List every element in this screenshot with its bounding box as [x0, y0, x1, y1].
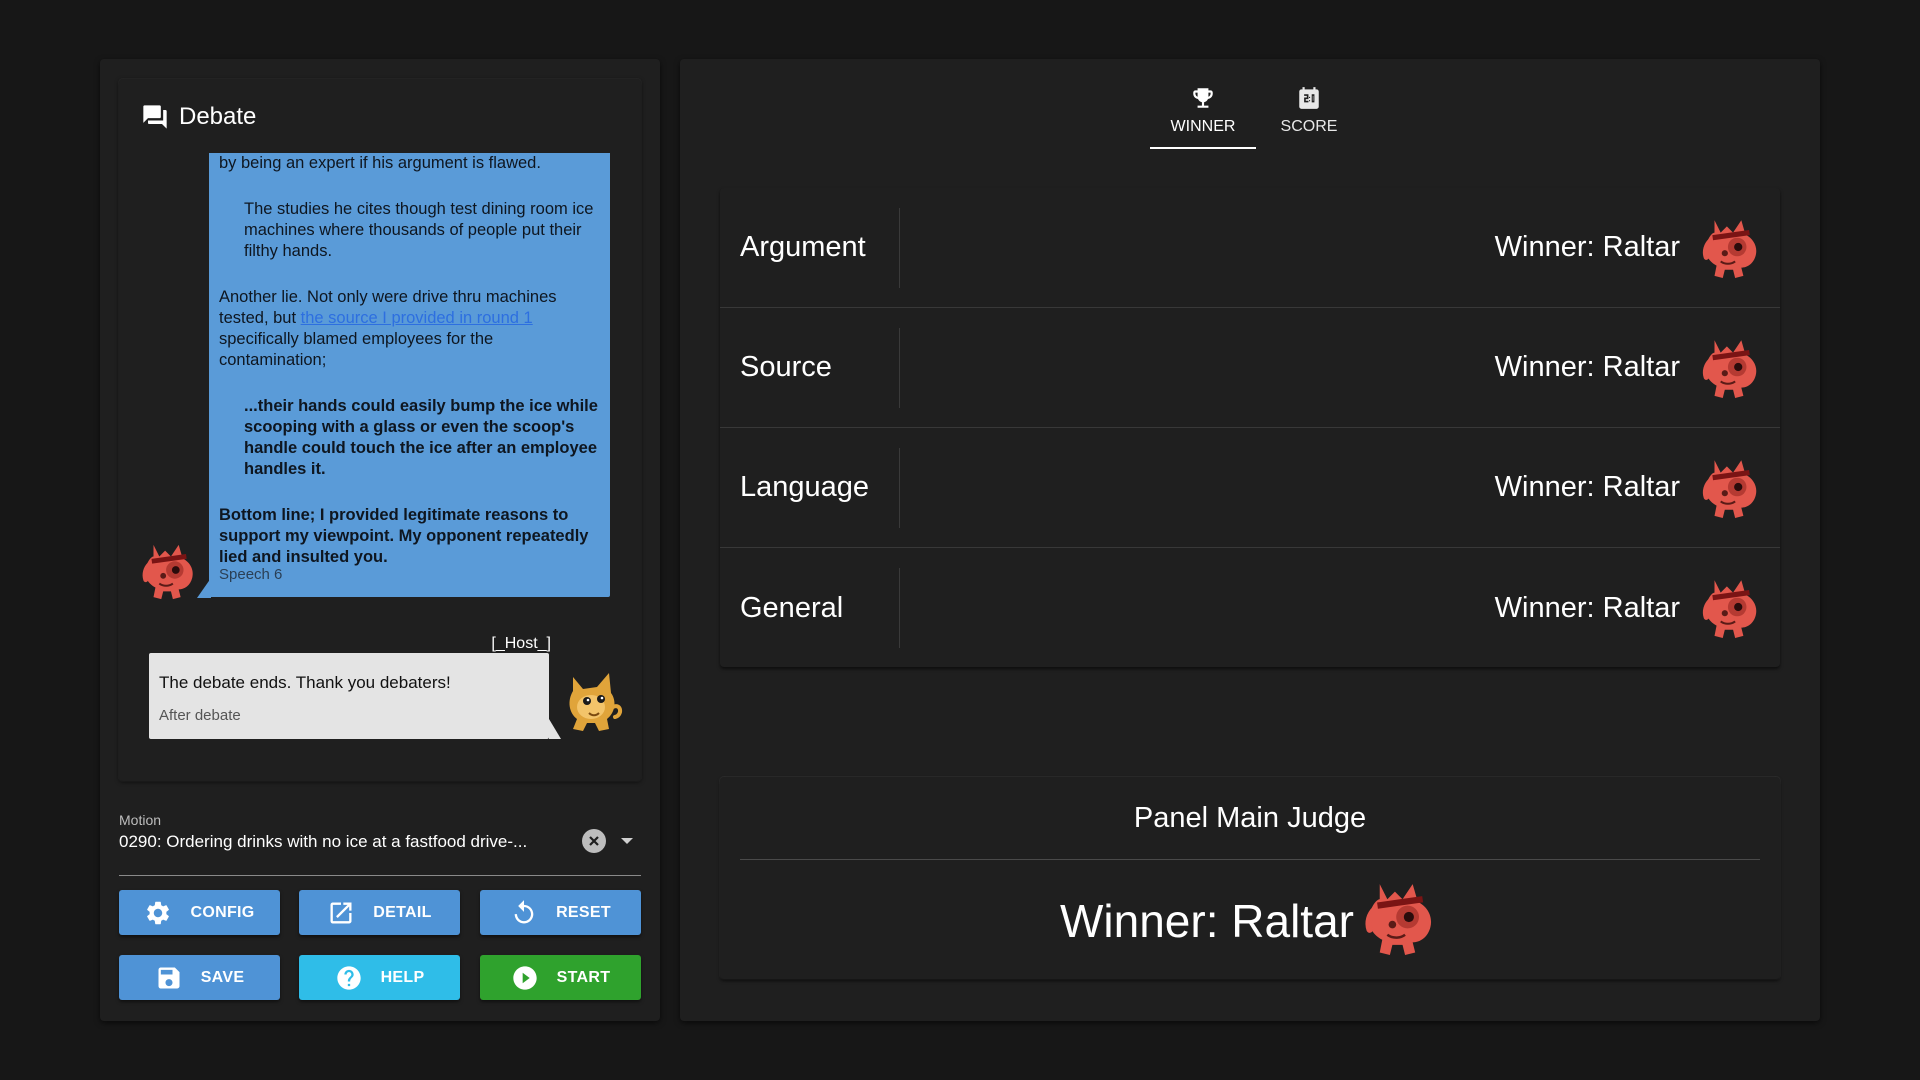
motion-select[interactable]: Motion 0290: Ordering drinks with no ice…: [119, 812, 641, 876]
raltar-avatar: [1700, 574, 1762, 640]
raltar-avatar: [1700, 454, 1762, 520]
motion-label: Motion: [119, 812, 162, 828]
tab-winner-label: WINNER: [1170, 118, 1236, 135]
category-winner: Winner: Raltar: [1494, 591, 1680, 624]
category-name: Source: [720, 327, 900, 408]
divider: [740, 859, 1760, 860]
judge-winner: Winner: Raltar: [1060, 895, 1354, 947]
save-button[interactable]: SAVE: [119, 955, 280, 1000]
clear-icon[interactable]: [582, 829, 606, 853]
raltar-avatar: [1362, 876, 1438, 958]
debate-card: Debate by being an expert if his argumen…: [119, 79, 641, 781]
help-label: HELP: [380, 968, 425, 986]
speech-quote-1: The studies he cites though test dining …: [244, 200, 594, 260]
raltar-avatar: [139, 539, 199, 601]
category-row: General Winner: Raltar: [720, 548, 1780, 668]
reset-icon: [514, 899, 534, 923]
config-button[interactable]: CONFIG: [119, 890, 280, 935]
host-message: The debate ends. Thank you debaters!: [159, 673, 451, 692]
gear-icon: [147, 901, 170, 924]
help-button[interactable]: HELP: [299, 955, 460, 1000]
category-results: Argument Winner: Raltar Source Winner: R…: [720, 188, 1780, 667]
tab-score-label: SCORE: [1280, 118, 1338, 135]
save-label: SAVE: [200, 968, 245, 986]
host-bubble: The debate ends. Thank you debaters! Aft…: [149, 653, 549, 739]
speech-quote-2: ...their hands could easily bump the ice…: [244, 397, 598, 478]
speech-paragraph-2: Another lie. Not only were drive thru ma…: [219, 287, 600, 371]
debate-panel: Debate by being an expert if his argumen…: [100, 59, 660, 1021]
config-label: CONFIG: [190, 903, 255, 921]
tab-score[interactable]: SCORE: [1256, 83, 1362, 149]
host-tag: After debate: [159, 707, 241, 724]
category-row: Argument Winner: Raltar: [720, 188, 1780, 308]
speech-bubble: by being an expert if his argument is fl…: [209, 153, 610, 597]
motion-value: 0290: Ordering drinks with no ice at a f…: [119, 832, 528, 851]
source-link[interactable]: the source I provided in round 1: [301, 309, 533, 327]
trophy-icon: [1193, 88, 1213, 108]
tab-winner[interactable]: WINNER: [1150, 83, 1256, 149]
category-row: Source Winner: Raltar: [720, 308, 1780, 428]
chat-icon: [143, 105, 167, 129]
start-button[interactable]: START: [480, 955, 641, 1000]
save-icon: [158, 967, 180, 988]
speech-tag: Speech 6: [219, 566, 283, 583]
detail-label: DETAIL: [373, 903, 432, 921]
result-tabs: WINNER SCORE: [1150, 83, 1362, 149]
category-name: Argument: [720, 207, 900, 288]
host-avatar: [561, 667, 623, 735]
speech-paragraph-3: Bottom line; I provided legitimate reaso…: [219, 506, 589, 566]
raltar-avatar: [1700, 334, 1762, 400]
category-name: Language: [720, 447, 900, 528]
debate-title: Debate: [179, 103, 257, 130]
category-name: General: [720, 568, 900, 648]
speech-text: specifically blamed employees for the co…: [219, 330, 494, 369]
detail-button[interactable]: DETAIL: [299, 890, 460, 935]
chevron-down-icon[interactable]: [621, 838, 633, 844]
raltar-avatar: [1700, 214, 1762, 280]
start-label: START: [556, 968, 611, 986]
reset-label: RESET: [556, 903, 611, 921]
host-bubble-tail: [549, 719, 561, 739]
debate-header: Debate: [141, 103, 256, 131]
results-panel: WINNER SCORE Argument Winner: Raltar Sou…: [680, 59, 1820, 1021]
reset-button[interactable]: RESET: [480, 890, 641, 935]
host-name: [_Host_]: [491, 635, 551, 652]
help-icon: [336, 965, 361, 990]
category-row: Language Winner: Raltar: [720, 428, 1780, 548]
speech-bubble-tail: [197, 578, 211, 598]
open-in-new-icon: [330, 902, 352, 923]
category-winner: Winner: Raltar: [1494, 351, 1680, 383]
speech-cut-line: by being an expert if his argument is fl…: [219, 154, 541, 172]
category-winner: Winner: Raltar: [1494, 471, 1680, 503]
judge-title: Panel Main Judge: [1133, 802, 1367, 834]
category-winner: Winner: Raltar: [1494, 231, 1680, 263]
judge-card: Panel Main Judge Winner: Raltar: [720, 777, 1780, 979]
scoreboard-icon: [1299, 87, 1319, 109]
play-icon: [513, 965, 537, 990]
chat-log[interactable]: by being an expert if his argument is fl…: [119, 153, 641, 773]
